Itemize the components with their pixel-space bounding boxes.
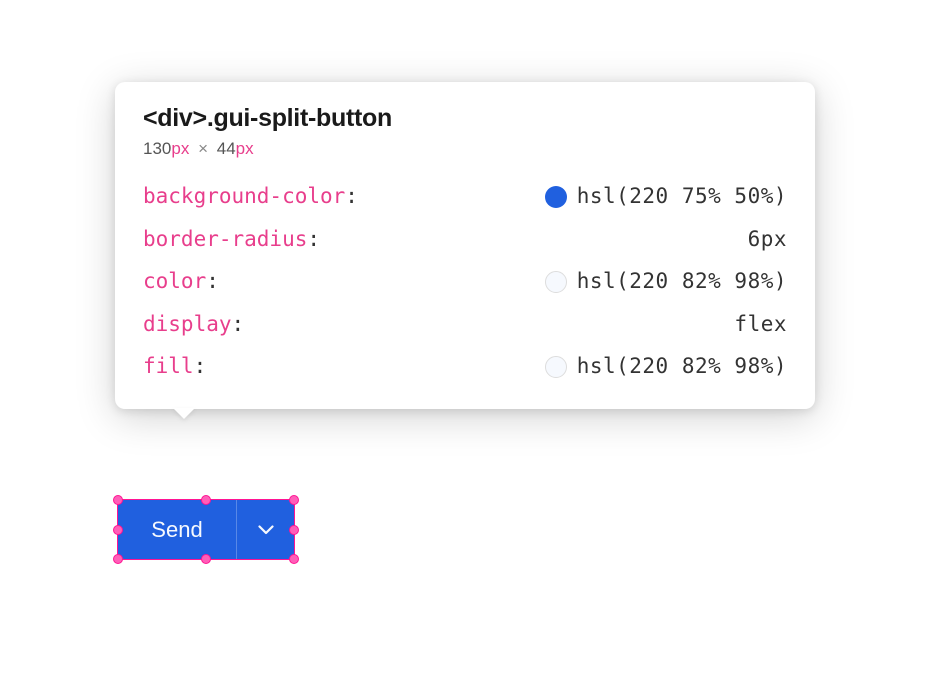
gui-split-button[interactable]: Send: [118, 500, 294, 559]
devtools-element-tooltip: <div>.gui-split-button 130px × 44px back…: [115, 82, 815, 409]
css-row-border-radius: border-radius: 6px: [143, 224, 787, 256]
css-property-value: hsl(220 82% 98%): [577, 266, 787, 298]
css-property-list: background-color: hsl(220 75% 50%) borde…: [143, 181, 787, 383]
element-dimensions: 130px × 44px: [143, 139, 787, 159]
dim-height-unit: px: [236, 139, 254, 158]
css-property-name: display: [143, 309, 232, 341]
send-button[interactable]: Send: [118, 500, 236, 559]
css-property-name: border-radius: [143, 224, 307, 256]
css-row-color: color: hsl(220 82% 98%): [143, 266, 787, 298]
css-row-fill: fill: hsl(220 82% 98%): [143, 351, 787, 383]
element-tag: <div>: [143, 104, 207, 132]
css-row-background-color: background-color: hsl(220 75% 50%): [143, 181, 787, 213]
split-button-dropdown[interactable]: [236, 500, 294, 559]
element-selector-header: <div>.gui-split-button: [143, 104, 787, 133]
css-property-value: hsl(220 75% 50%): [577, 181, 787, 213]
css-property-value: 6px: [748, 224, 787, 256]
css-row-display: display: flex: [143, 309, 787, 341]
css-property-name: color: [143, 266, 206, 298]
element-class: .gui-split-button: [207, 104, 392, 132]
chevron-down-icon: [258, 525, 274, 535]
dim-width-num: 130: [143, 139, 171, 158]
color-swatch-icon: [545, 186, 567, 208]
color-swatch-icon: [545, 271, 567, 293]
send-button-label: Send: [151, 517, 202, 543]
color-swatch-icon: [545, 356, 567, 378]
inspected-element-container: Send: [118, 500, 294, 559]
css-property-value: flex: [734, 309, 787, 341]
css-property-name: fill: [143, 351, 194, 383]
css-property-name: background-color: [143, 181, 345, 213]
css-property-value: hsl(220 82% 98%): [577, 351, 787, 383]
dim-height-num: 44: [217, 139, 236, 158]
dim-times: ×: [198, 139, 208, 158]
dim-width-unit: px: [171, 139, 189, 158]
